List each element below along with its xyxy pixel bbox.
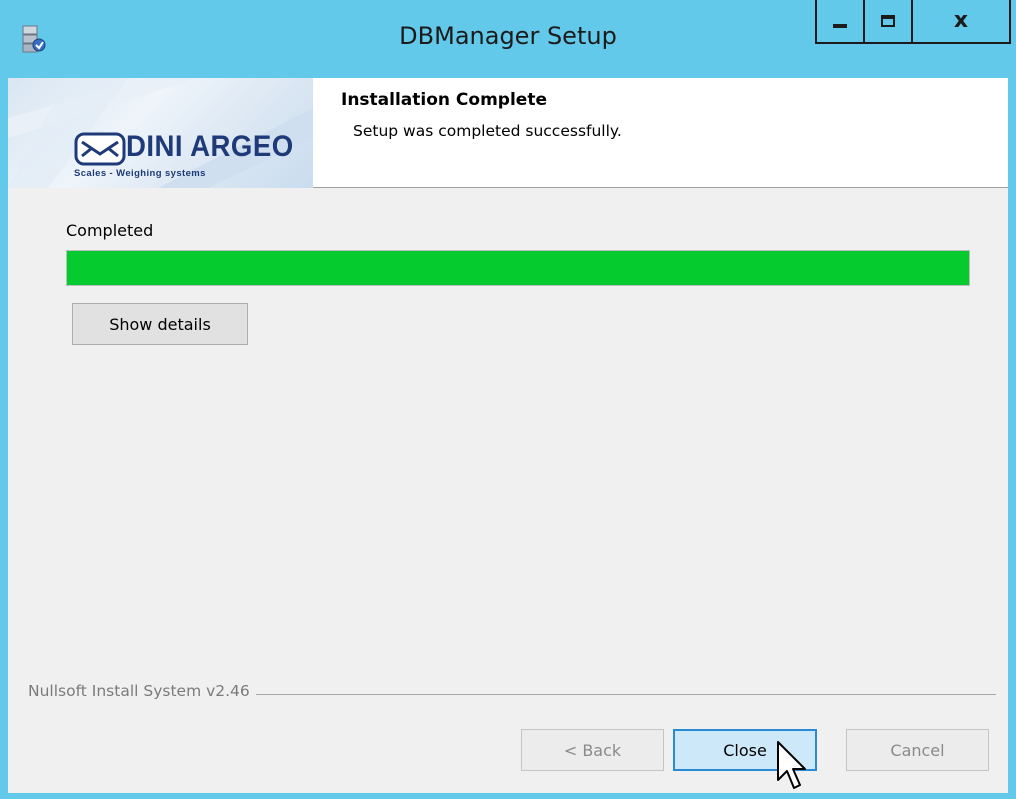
logo-wordmark: DINI ARGEO xyxy=(126,130,294,163)
show-details-button[interactable]: Show details xyxy=(72,303,248,345)
close-button[interactable]: Close xyxy=(673,729,817,771)
logo-tagline: Scales - Weighing systems xyxy=(74,168,206,179)
caption-buttons: x xyxy=(815,0,1011,44)
minimize-button[interactable] xyxy=(815,0,865,44)
banner-image: DINI ARGEO Scales - Weighing systems xyxy=(8,78,313,188)
cancel-button[interactable]: Cancel xyxy=(846,729,989,771)
branding-divider: Nullsoft Install System v2.46 xyxy=(8,680,1008,710)
branding-text: Nullsoft Install System v2.46 xyxy=(28,682,256,700)
setup-window: DBManager Setup x DINI ARGEO Scales - We… xyxy=(0,0,1016,799)
progress-bar xyxy=(66,250,970,286)
title-bar[interactable]: DBManager Setup x xyxy=(0,0,1016,78)
maximize-button[interactable] xyxy=(863,0,913,44)
close-icon: x xyxy=(953,8,969,33)
client-area: DINI ARGEO Scales - Weighing systems Ins… xyxy=(8,78,1008,793)
page-subtitle: Setup was completed successfully. xyxy=(353,122,622,140)
logo-emblem-icon xyxy=(74,132,126,166)
close-window-button[interactable]: x xyxy=(911,0,1011,44)
progress-bar-fill xyxy=(67,251,969,285)
page-title: Installation Complete xyxy=(341,90,547,110)
back-button[interactable]: < Back xyxy=(521,729,664,771)
minimize-icon xyxy=(833,24,847,28)
progress-status-label: Completed xyxy=(66,221,154,240)
dini-argeo-logo: DINI ARGEO Scales - Weighing systems xyxy=(62,126,312,186)
maximize-icon xyxy=(881,15,895,27)
header-panel: DINI ARGEO Scales - Weighing systems Ins… xyxy=(8,78,1008,188)
